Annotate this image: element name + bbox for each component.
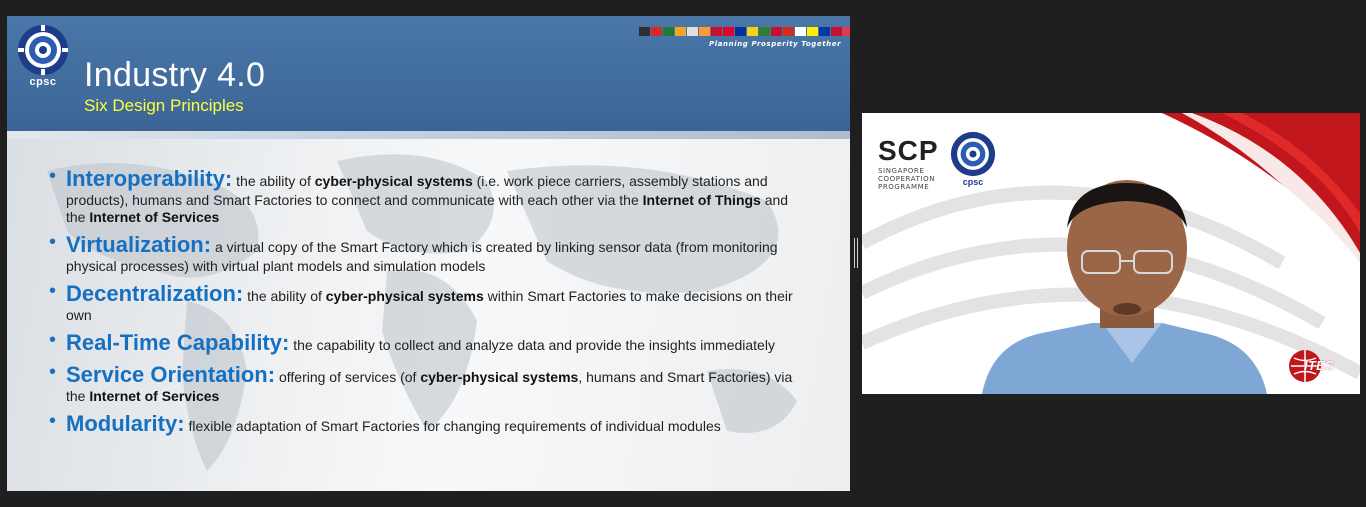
country-flag-icon: [663, 27, 674, 36]
principle-item: • Modularity: flexible adaptation of Smar…: [49, 411, 809, 437]
speaker-video-tile[interactable]: SCP SINGAPORE COOPERATION PROGRAMME cpsc…: [862, 113, 1360, 394]
country-flag-icon: [711, 27, 722, 36]
country-flag-icon: [651, 27, 662, 36]
slide-header: cpsc Industry 4.0 Six Design Principles …: [7, 16, 850, 139]
country-flag-icon: [795, 27, 806, 36]
scp-logo: SCP SINGAPORE COOPERATION PROGRAMME: [878, 135, 939, 191]
principle-item: • Virtualization: a virtual copy of the S…: [49, 232, 809, 275]
principle-description: offering of services (of: [275, 369, 421, 385]
bullet-dot-icon: •: [49, 165, 57, 187]
bullet-dot-icon: •: [49, 280, 57, 302]
principle-emphasis: cyber-physical systems: [325, 288, 484, 304]
country-flag-icon: [759, 27, 770, 36]
country-flag-icon: [807, 27, 818, 36]
principle-emphasis: cyber-physical systems: [314, 173, 473, 189]
country-flag-icon: [771, 27, 782, 36]
country-flag-icon: [687, 27, 698, 36]
country-flag-icon: [699, 27, 710, 36]
slide-title: Industry 4.0: [84, 56, 266, 94]
cpsc-logo-text: cpsc: [29, 76, 57, 88]
country-flag-icon: [723, 27, 734, 36]
cpsc-logo-small-text: cpsc: [962, 177, 984, 187]
principle-description: the ability of: [243, 288, 326, 304]
ites-logo: ITES: [1288, 349, 1334, 387]
member-country-flags: [639, 27, 850, 36]
principle-emphasis: cyber-physical systems: [420, 369, 579, 385]
bullet-dot-icon: •: [49, 361, 57, 383]
cpsc-logo: cpsc: [17, 24, 69, 88]
principle-emphasis: Internet of Things: [642, 192, 761, 208]
scp-logo-word: SCP: [878, 135, 939, 166]
principle-item: • Service Orientation: offering of servic…: [49, 362, 809, 405]
header-band: [7, 131, 850, 139]
bullet-dot-icon: •: [49, 329, 57, 351]
principle-description: flexible adaptation of Smart Factories f…: [184, 418, 721, 434]
presentation-slide: cpsc Industry 4.0 Six Design Principles …: [7, 16, 850, 491]
principle-item: • Interoperability: the ability of cyber-…: [49, 166, 809, 226]
scp-logo-line-3: PROGRAMME: [878, 183, 930, 191]
scp-logo-line-2: COOPERATION: [878, 175, 936, 183]
principle-emphasis: Internet of Services: [89, 209, 220, 225]
principle-item: • Decentralization: the ability of cyber-…: [49, 281, 809, 324]
cpsc-seal-icon: [18, 25, 68, 75]
country-flag-icon: [831, 27, 842, 36]
principle-term: Modularity:: [66, 411, 185, 436]
principle-term: Virtualization:: [66, 232, 212, 257]
country-flag-icon: [639, 27, 650, 36]
principle-term: Real-Time Capability:: [66, 330, 290, 355]
principle-term: Interoperability:: [66, 166, 233, 191]
design-principles-list: • Interoperability: the ability of cyber-…: [49, 166, 809, 443]
slide-subtitle: Six Design Principles: [84, 96, 244, 115]
cpsc-logo-small: cpsc: [950, 131, 996, 191]
principle-description: the capability to collect and analyze da…: [289, 337, 775, 353]
country-flag-icon: [843, 27, 850, 36]
bullet-dot-icon: •: [49, 410, 57, 432]
principle-description: the ability of: [232, 173, 315, 189]
principle-emphasis: Internet of Services: [89, 388, 220, 404]
slide-tagline: Planning Prosperity Together: [709, 40, 842, 48]
scp-logo-line-1: SINGAPORE: [878, 167, 925, 175]
bullet-dot-icon: •: [49, 231, 57, 253]
cpsc-seal-icon: [950, 131, 996, 177]
country-flag-icon: [783, 27, 794, 36]
country-flag-icon: [819, 27, 830, 36]
principle-term: Decentralization:: [66, 281, 244, 306]
principle-term: Service Orientation:: [66, 362, 276, 387]
principle-item: • Real-Time Capability: the capability to…: [49, 330, 809, 356]
split-view-divider[interactable]: [854, 238, 858, 268]
country-flag-icon: [747, 27, 758, 36]
country-flag-icon: [675, 27, 686, 36]
ites-logo-text: ITES: [1304, 358, 1335, 373]
country-flag-icon: [735, 27, 746, 36]
